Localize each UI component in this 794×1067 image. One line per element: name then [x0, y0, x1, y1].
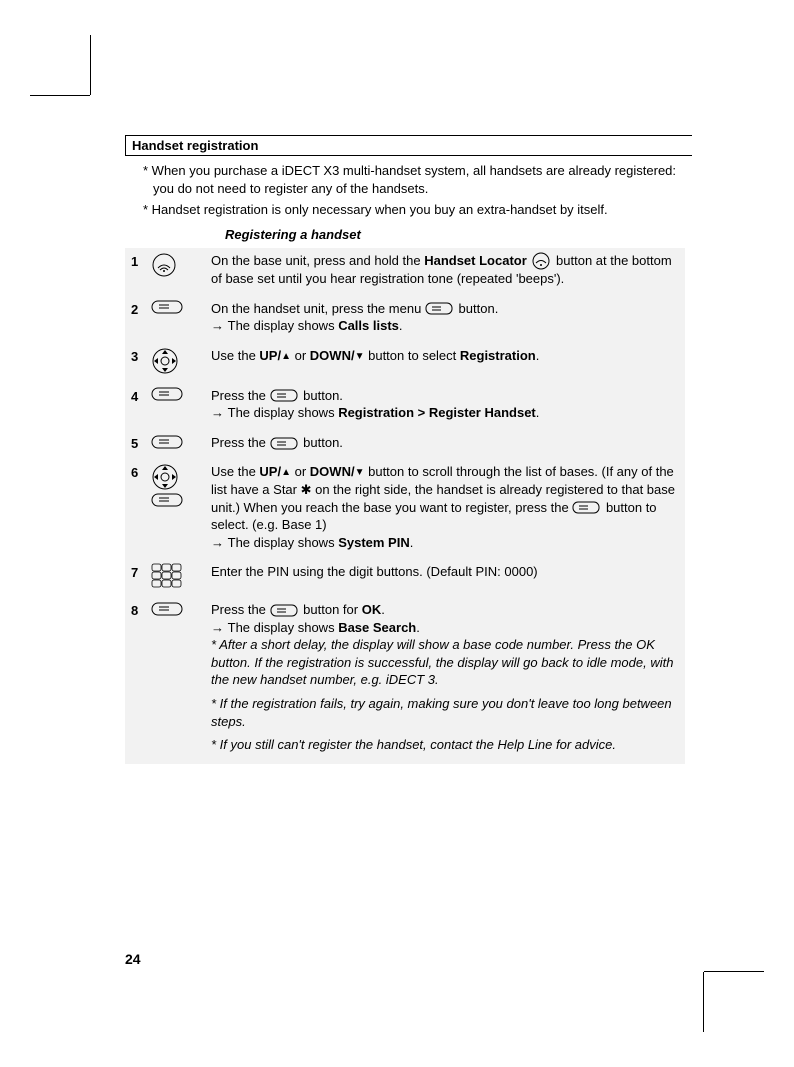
bold-text: Registration > Register Handset: [338, 405, 536, 420]
step-number: 2: [131, 300, 151, 317]
note-text: * If you still can't register the handse…: [211, 737, 616, 752]
bold-text: OK: [362, 602, 382, 617]
note-text: * After a short delay, the display will …: [211, 637, 673, 687]
text: .: [381, 602, 385, 617]
bold-text: Base Search: [338, 620, 416, 635]
result-arrow: The display shows Calls lists.: [211, 318, 403, 333]
step-text: Use the UP/▲ or DOWN/▼ button to scroll …: [211, 463, 679, 551]
step-row: 6 Use the UP/▲ or DOWN/▼ button to scrol…: [131, 463, 679, 551]
text: The display shows: [228, 318, 339, 333]
down-triangle-icon: ▼: [355, 350, 365, 364]
bold-text: DOWN/: [310, 464, 355, 479]
step-text: Enter the PIN using the digit buttons. (…: [211, 563, 679, 581]
steps-container: 1 On the base unit, press and hold the H…: [125, 248, 685, 764]
result-arrow: The display shows System PIN.: [211, 535, 413, 550]
page-content: Handset registration * When you purchase…: [125, 135, 685, 764]
bold-text: Handset Locator: [424, 253, 527, 268]
text: The display shows: [228, 535, 339, 550]
step-row: 2 On the handset unit, press the menu bu…: [131, 300, 679, 335]
crop-mark: [30, 95, 90, 96]
note-text: * If the registration fails, try again, …: [211, 696, 672, 729]
bold-text: Calls lists: [338, 318, 399, 333]
result-arrow: The display shows Registration > Registe…: [211, 405, 539, 420]
locator-icon: [151, 252, 211, 278]
page-number: 24: [125, 951, 141, 967]
down-triangle-icon: ▼: [355, 466, 365, 480]
step-row: 7 Enter the PIN using the digit buttons.…: [131, 563, 679, 589]
step-text: Press the button. The display shows Regi…: [211, 387, 679, 422]
step-text: On the base unit, press and hold the Han…: [211, 252, 679, 288]
menu-button-icon: [151, 434, 211, 451]
menu-button-icon: [151, 300, 211, 317]
menu-inline-icon: [270, 437, 300, 451]
intro-note-1: * When you purchase a iDECT X3 multi-han…: [131, 162, 685, 197]
nav-button-icon: [151, 347, 211, 375]
bold-text: DOWN/: [310, 348, 355, 363]
text: The display shows: [228, 620, 339, 635]
crop-mark: [90, 35, 91, 95]
step-text: Press the button for OK. The display sho…: [211, 601, 679, 753]
menu-inline-icon: [270, 389, 300, 403]
crop-mark: [704, 971, 764, 972]
step-row: 3 Use the UP/▲ or DOWN/▼ button to selec…: [131, 347, 679, 375]
text: button.: [303, 435, 343, 450]
menu-inline-icon: [425, 302, 455, 316]
menu-button-icon: [151, 387, 211, 404]
text: The display shows: [228, 405, 339, 420]
step-number: 5: [131, 434, 151, 451]
menu-button-icon: [151, 601, 211, 618]
text: On the base unit, press and hold the: [211, 253, 424, 268]
section-header: Handset registration: [125, 135, 692, 156]
bold-text: UP/: [259, 348, 281, 363]
text: .: [410, 535, 414, 550]
step-row: 1 On the base unit, press and hold the H…: [131, 252, 679, 288]
step-text: Use the UP/▲ or DOWN/▼ button to select …: [211, 347, 679, 365]
step-row: 8 Press the button for OK. The display s…: [131, 601, 679, 753]
step-text: Press the button.: [211, 434, 679, 452]
step-number: 4: [131, 387, 151, 404]
text: On the handset unit, press the menu: [211, 301, 425, 316]
text: Use the: [211, 464, 259, 479]
text: .: [536, 348, 540, 363]
text: button to select: [368, 348, 460, 363]
text: button.: [303, 388, 343, 403]
up-triangle-icon: ▲: [281, 350, 291, 364]
step-number: 6: [131, 463, 151, 480]
text: or: [295, 348, 310, 363]
text: .: [399, 318, 403, 333]
text: button.: [459, 301, 499, 316]
step-row: 5 Press the button.: [131, 434, 679, 452]
bold-text: System PIN: [338, 535, 410, 550]
step-number: 7: [131, 563, 151, 580]
intro-note-2: * Handset registration is only necessary…: [131, 201, 685, 219]
bold-text: Registration: [460, 348, 536, 363]
text: Press the: [211, 388, 270, 403]
menu-inline-icon: [270, 604, 300, 618]
step-number: 8: [131, 601, 151, 618]
text: Use the: [211, 348, 259, 363]
text: Press the: [211, 602, 270, 617]
nav-and-menu-icon: [151, 463, 211, 509]
text: .: [536, 405, 540, 420]
text: .: [416, 620, 420, 635]
step-text: On the handset unit, press the menu butt…: [211, 300, 679, 335]
subheading: Registering a handset: [225, 227, 685, 242]
crop-mark: [703, 972, 704, 1032]
step-number: 1: [131, 252, 151, 269]
up-triangle-icon: ▲: [281, 466, 291, 480]
text: button for: [303, 602, 362, 617]
bold-text: UP/: [259, 464, 281, 479]
keypad-icon: [151, 563, 211, 589]
text: Press the: [211, 435, 270, 450]
menu-inline-icon: [572, 501, 602, 515]
step-number: 3: [131, 347, 151, 364]
result-arrow: The display shows Base Search.: [211, 620, 420, 635]
step-row: 4 Press the button. The display shows Re…: [131, 387, 679, 422]
locator-inline-icon: [530, 252, 552, 270]
text: or: [295, 464, 310, 479]
